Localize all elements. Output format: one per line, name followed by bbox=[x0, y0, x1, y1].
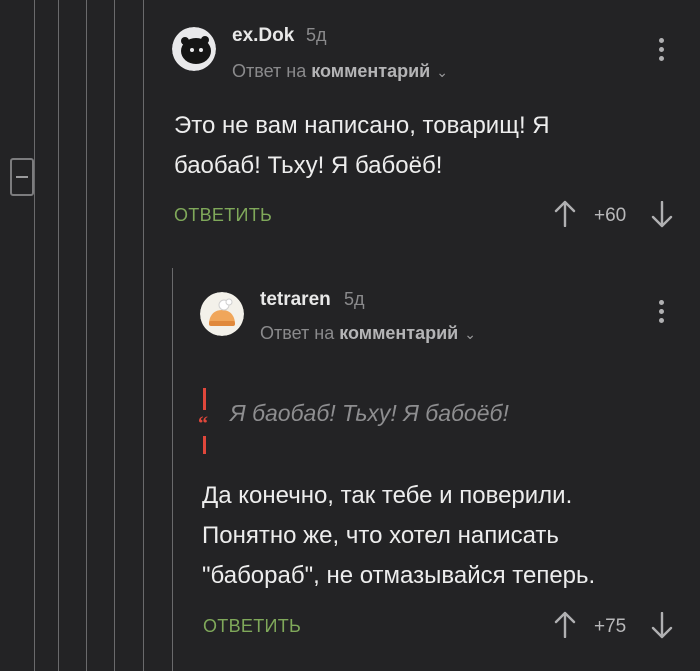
quote-block: “ Я баобаб! Тьху! Я бабоёб! bbox=[198, 388, 658, 458]
reply-button[interactable]: ОТВЕТИТЬ bbox=[203, 616, 301, 637]
more-options-button[interactable] bbox=[659, 300, 667, 327]
comment: tetraren 5д Ответ на комментарий ⌄ “ Я ба… bbox=[0, 0, 700, 671]
quote-text: Я баобаб! Тьху! Я бабоёб! bbox=[230, 400, 509, 426]
avatar-image bbox=[200, 292, 244, 336]
comment-text-line: "бабораб", не отмазывайся теперь. bbox=[202, 562, 596, 589]
arrow-down-icon[interactable] bbox=[651, 612, 673, 640]
quote-icon: “ bbox=[198, 388, 208, 454]
comment-text-line: Да конечно, так тебе и поверили. bbox=[202, 482, 573, 509]
comment-age: 5д bbox=[344, 289, 365, 309]
comment-text-line: Понятно же, что хотел написать bbox=[202, 522, 559, 549]
reply-target-link[interactable]: комментарий bbox=[339, 323, 458, 343]
reply-to[interactable]: Ответ на комментарий ⌄ bbox=[260, 323, 476, 344]
comment-body: Да конечно, так тебе и поверили. Понятно… bbox=[202, 476, 595, 596]
arrow-up-icon[interactable] bbox=[554, 610, 576, 638]
svg-text:“: “ bbox=[198, 413, 208, 435]
avatar[interactable] bbox=[200, 292, 244, 336]
rating: +75 bbox=[594, 616, 627, 637]
reply-prefix: Ответ на bbox=[260, 323, 335, 343]
author-name[interactable]: tetraren bbox=[260, 289, 331, 311]
more-vertical-icon bbox=[659, 300, 667, 323]
chevron-down-icon: ⌄ bbox=[464, 326, 476, 342]
